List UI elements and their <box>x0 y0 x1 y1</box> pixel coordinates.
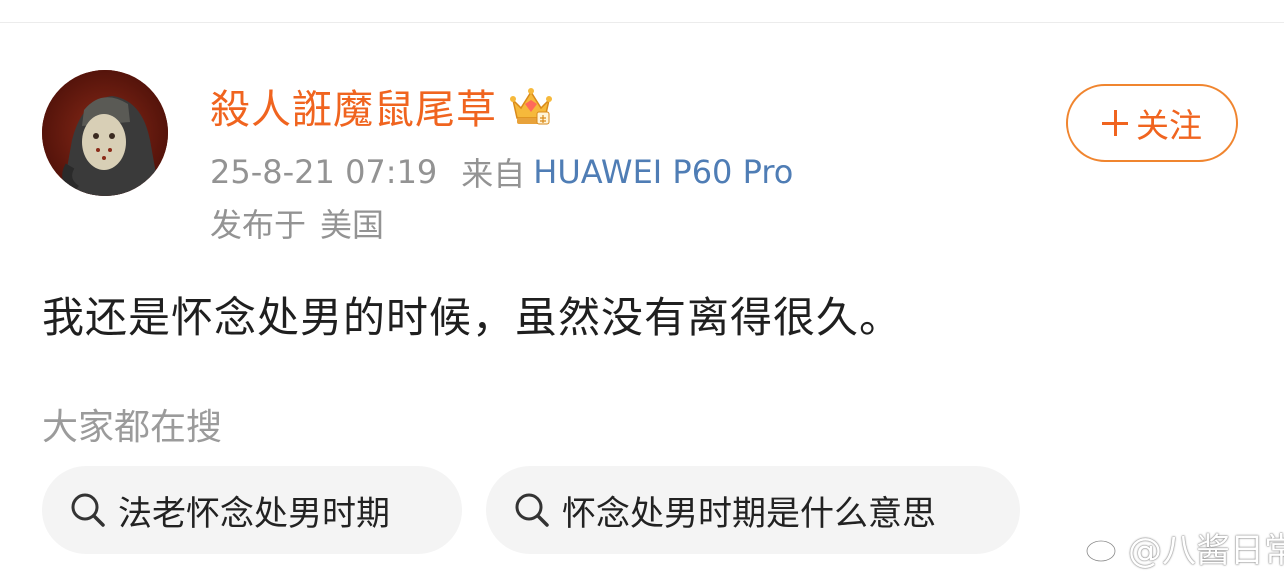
post-time: 25-8-21 07:19 <box>210 153 438 191</box>
related-search-heading: 大家都在搜 <box>42 407 223 448</box>
avatar[interactable] <box>42 70 168 196</box>
source-prefix: 来自 <box>461 155 526 193</box>
related-search-chip[interactable]: 法老怀念处男时期 <box>42 466 462 554</box>
chip-label: 怀念处男时期是什么意思 <box>562 493 936 534</box>
follow-button[interactable]: 关注 <box>1066 84 1238 162</box>
watermark: @八酱日常 <box>1084 522 1284 572</box>
author-name[interactable]: 殺人誑魔鼠尾草 <box>210 77 497 135</box>
watermark-text: @八酱日常 <box>1128 530 1284 571</box>
chip-label: 法老怀念处男时期 <box>118 493 390 534</box>
related-search-chip[interactable]: 怀念处男时期是什么意思 <box>486 466 1020 554</box>
search-icon <box>515 493 549 527</box>
post-location: 发布于 美国 <box>210 200 384 246</box>
follow-label: 关注 <box>1136 106 1202 145</box>
weibo-logo-icon <box>1085 533 1122 563</box>
top-divider <box>0 22 1284 23</box>
search-icon <box>71 493 105 527</box>
location-prefix: 发布于 <box>210 206 307 244</box>
location-value: 美国 <box>320 206 385 244</box>
plus-icon <box>1102 110 1128 136</box>
crown-vip-icon <box>510 88 552 125</box>
author-row: 殺人誑魔鼠尾草 <box>210 78 555 134</box>
device-link[interactable]: HUAWEI P60 Pro <box>533 153 793 191</box>
post-content: 我还是怀念处男的时候，虽然没有离得很久。 <box>42 293 903 342</box>
post-meta: 25-8-21 07:19 来自 HUAWEI P60 Pro <box>210 150 793 194</box>
